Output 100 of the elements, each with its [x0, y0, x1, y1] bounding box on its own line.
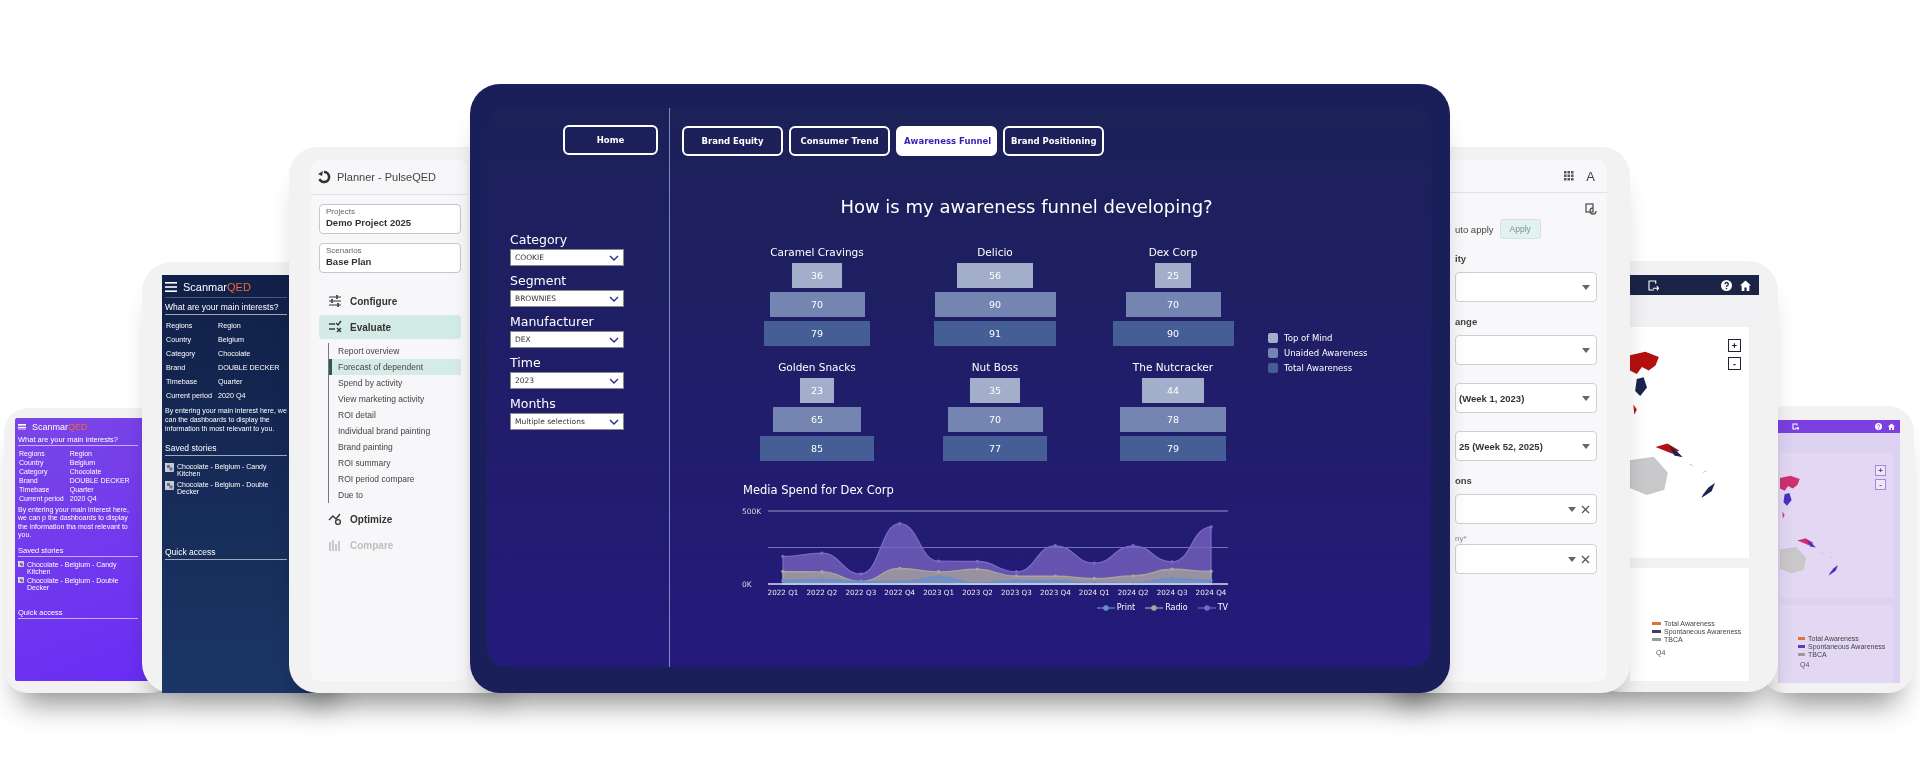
filter-label: Manufacturer — [510, 313, 595, 331]
funnel-bar: 70 — [769, 292, 865, 317]
home-icon[interactable] — [1740, 279, 1751, 291]
data-point — [820, 570, 824, 574]
data-point — [936, 559, 941, 563]
data-point — [1209, 569, 1213, 574]
zoom-in-button[interactable]: + — [1875, 465, 1886, 476]
data-point — [781, 554, 785, 559]
tab[interactable]: Awareness Funnel — [896, 126, 997, 156]
help-icon[interactable] — [1721, 279, 1732, 291]
story-icon[interactable] — [18, 576, 24, 583]
dropdown[interactable]: (Week 1, 2023) — [1455, 383, 1597, 413]
caret-down-icon — [1582, 284, 1590, 290]
section-label: ity — [1455, 253, 1468, 264]
funnel-bar: 56 — [956, 263, 1034, 288]
select-field[interactable]: Scenarios Base Plan — [319, 243, 461, 273]
apps-grid-icon[interactable] — [1564, 171, 1575, 181]
section-heading: What are your main interests? — [165, 298, 287, 315]
data-point — [897, 566, 902, 571]
nav-subitem[interactable]: Forecast of dependent — [329, 359, 461, 375]
filter-label: Time — [510, 354, 542, 372]
funnel-title: Caramel Cravings — [770, 245, 864, 259]
close-icon[interactable] — [1581, 554, 1590, 564]
funnel-bar: 70 — [1125, 292, 1221, 317]
caret-down-icon — [1568, 556, 1576, 562]
nav-item[interactable]: Evaluate — [319, 315, 461, 339]
funnel-bar: 35 — [970, 378, 1020, 403]
data-point — [1131, 574, 1135, 578]
chevron-down-icon — [609, 418, 619, 425]
funnel-bar: 36 — [791, 263, 843, 288]
nav-subitem[interactable]: Individual brand painting — [329, 423, 461, 439]
data-point — [897, 580, 902, 584]
filter-label: Months — [510, 395, 557, 413]
data-point — [897, 521, 902, 526]
zoom-in-button[interactable]: + — [1728, 339, 1741, 352]
story-icon[interactable] — [165, 481, 174, 491]
nav-subitem[interactable]: Spend by activity — [329, 375, 461, 391]
funnel-bar: 77 — [942, 436, 1048, 461]
home-button[interactable]: Home — [563, 125, 658, 155]
funnel-bar: 85 — [759, 436, 875, 461]
funnel-title: Nut Boss — [971, 360, 1019, 374]
nav-subitem[interactable]: Report overview — [329, 343, 461, 359]
zoom-out-button[interactable]: - — [1728, 357, 1741, 370]
tab[interactable]: Consumer Trend — [789, 126, 890, 156]
auto-apply-label: uto apply — [1455, 223, 1494, 235]
legend-label: Unaided Awareness — [1284, 348, 1368, 358]
funnel-bar: 23 — [800, 378, 834, 403]
data-point — [781, 578, 785, 583]
export-icon[interactable] — [1648, 279, 1659, 291]
section-heading: Quick access — [165, 543, 287, 561]
filter-label: Segment — [510, 272, 568, 290]
tab[interactable]: Brand Positioning — [1003, 126, 1104, 156]
nav-subitem[interactable]: View marketing activity — [329, 391, 461, 407]
dropdown[interactable]: 25 (Week 52, 2025) — [1455, 431, 1597, 461]
nav-item[interactable]: Optimize — [319, 507, 461, 531]
nav-subitem[interactable]: ROI detail — [329, 407, 461, 423]
funnel-bar: 25 — [1154, 263, 1192, 288]
data-point — [859, 572, 863, 576]
section-label: ange — [1455, 316, 1479, 327]
funnel-title: Golden Snacks — [778, 360, 856, 374]
nav-item[interactable]: Configure — [319, 289, 461, 313]
zoom-out-button[interactable]: - — [1875, 479, 1886, 490]
chevron-down-icon — [609, 377, 619, 384]
bar-chart-icon — [328, 538, 342, 552]
data-point — [1209, 525, 1213, 529]
logo: ScanmarQED — [183, 281, 251, 293]
funnel-title: Delicio — [977, 245, 1013, 259]
funnel-title: Dex Corp — [1148, 245, 1198, 259]
story-icon[interactable] — [165, 463, 174, 473]
funnel-bar: 65 — [772, 407, 862, 432]
caret-down-icon — [1582, 395, 1590, 401]
data-point — [975, 567, 980, 572]
data-point — [820, 551, 824, 555]
logo-icon — [317, 170, 331, 184]
nav-subitem[interactable]: ROI period compare — [329, 471, 461, 487]
nav-subitem[interactable]: Brand painting — [329, 439, 461, 455]
nav-subitem[interactable]: ROI summary — [329, 455, 461, 471]
funnel-bar: 78 — [1120, 407, 1226, 432]
tab[interactable]: Brand Equity — [682, 126, 783, 156]
funnel-bar: 44 — [1142, 378, 1204, 403]
page-title: How is my awareness funnel developing? — [839, 196, 1214, 217]
legend-label: Print — [1116, 603, 1136, 612]
nav-subitem[interactable]: Due to — [329, 487, 461, 503]
data-point — [1131, 544, 1135, 548]
data-point — [1092, 561, 1097, 566]
close-icon[interactable] — [1581, 504, 1590, 514]
data-point — [1170, 560, 1174, 564]
select-field[interactable]: Projects Demo Project 2025 — [319, 204, 461, 234]
chevron-down-icon — [609, 336, 619, 343]
refresh-icon[interactable] — [1585, 203, 1597, 215]
funnel-bar: 90 — [934, 292, 1056, 317]
caret-down-icon — [1568, 506, 1576, 512]
chevron-down-icon — [609, 295, 619, 302]
story-icon[interactable] — [18, 560, 24, 567]
filter-label: Category — [510, 231, 569, 249]
logo: ScanmarQED — [32, 422, 88, 432]
caret-down-icon — [1582, 443, 1590, 449]
menu-icon[interactable] — [165, 282, 177, 292]
section-label: ons — [1455, 475, 1473, 486]
checklist-icon — [328, 320, 342, 334]
